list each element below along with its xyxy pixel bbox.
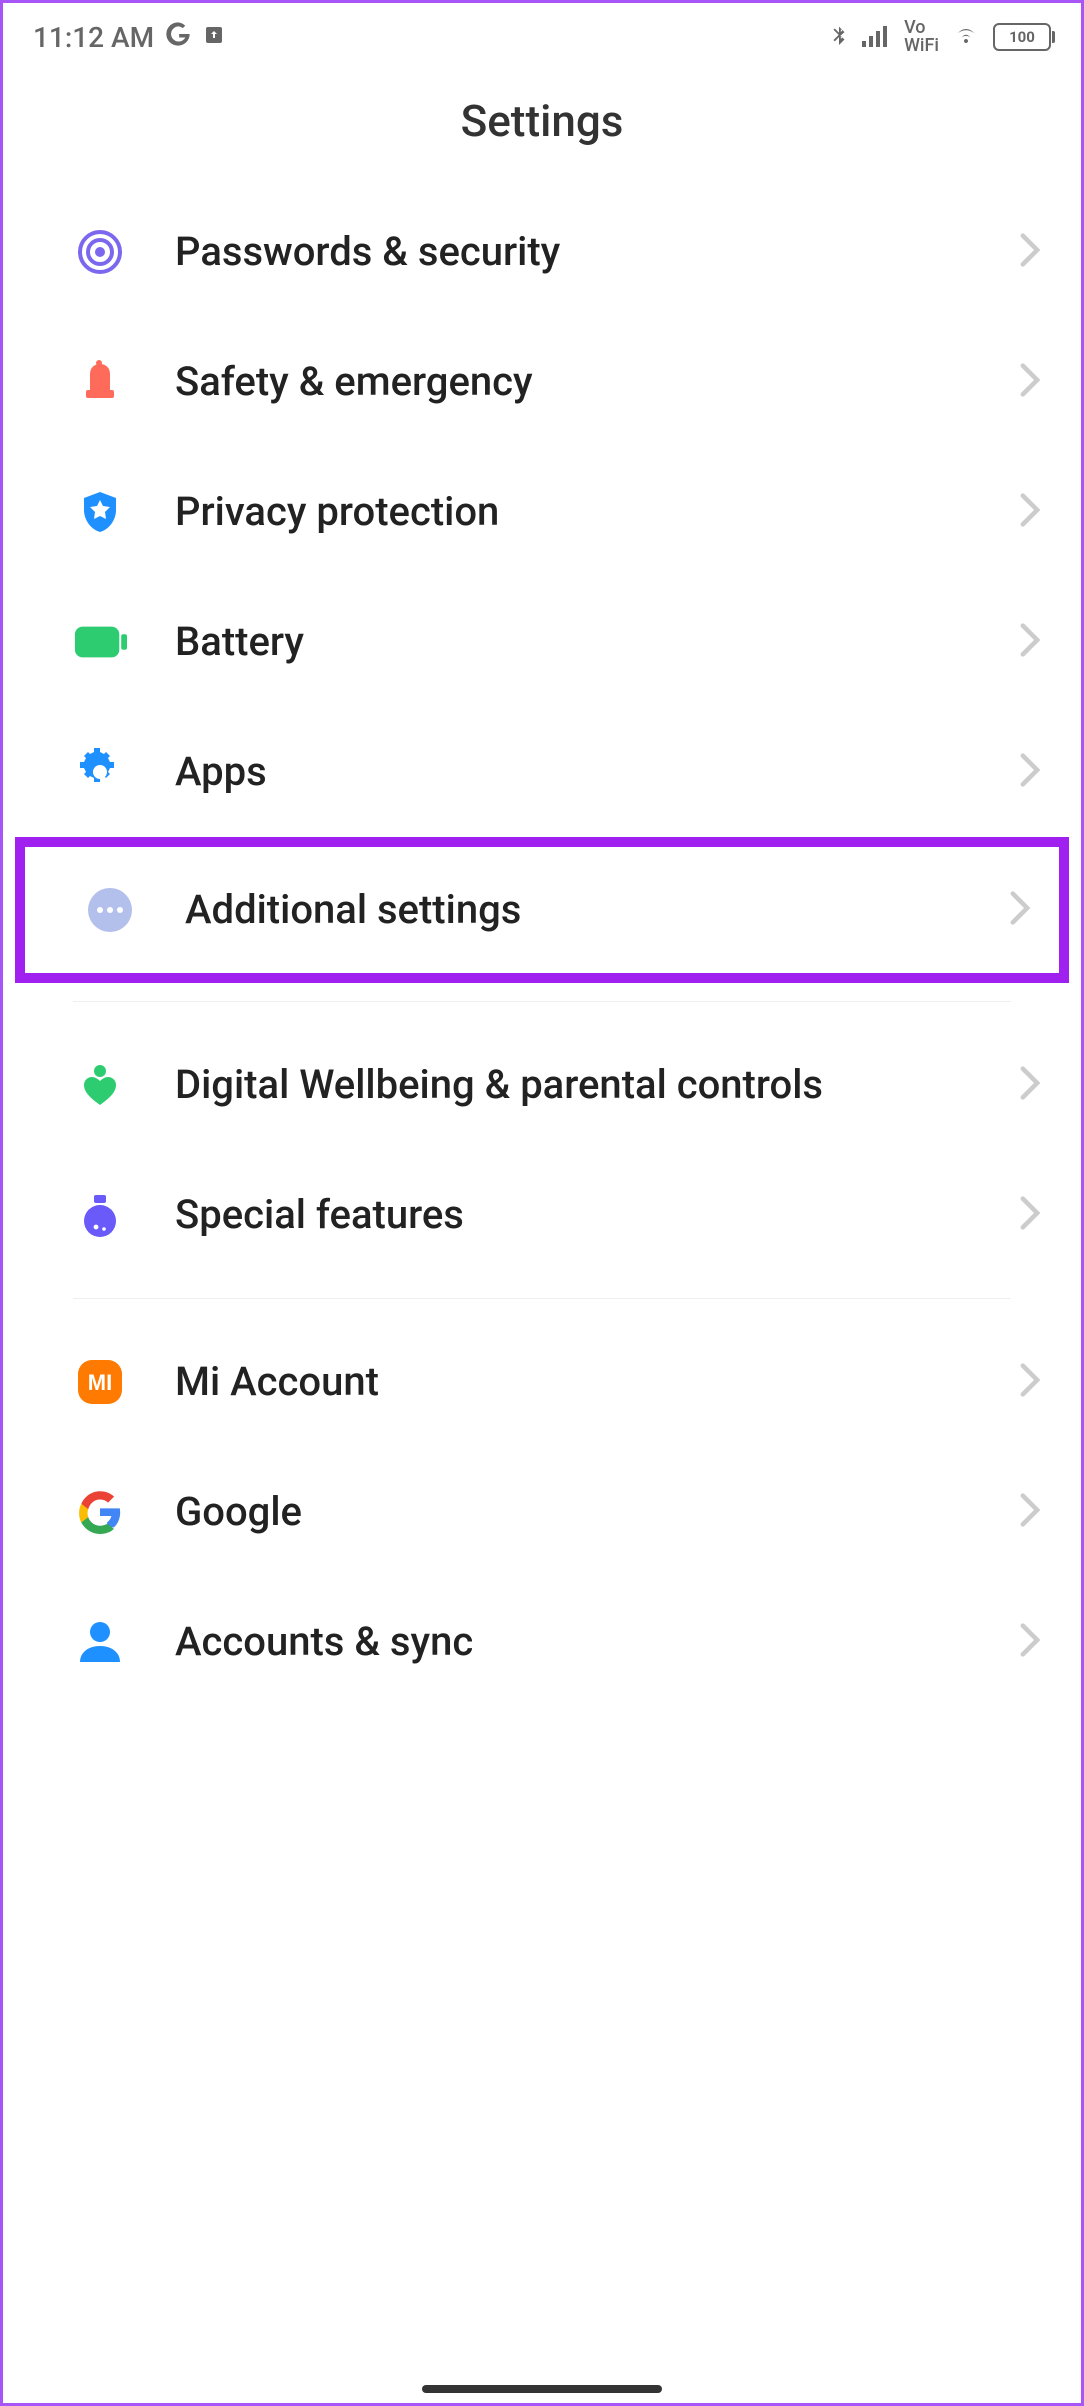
chevron-right-icon bbox=[1019, 1362, 1041, 1402]
vowifi-icon: VoWiFi bbox=[904, 19, 939, 55]
chevron-right-icon bbox=[1009, 890, 1031, 930]
status-right: VoWiFi 100 bbox=[828, 19, 1051, 55]
status-left: 11:12 AM bbox=[33, 20, 226, 55]
dots-icon bbox=[83, 883, 137, 937]
google-icon bbox=[73, 1485, 127, 1539]
flask-icon bbox=[73, 1188, 127, 1242]
status-time: 11:12 AM bbox=[33, 21, 154, 54]
setting-label: Special features bbox=[175, 1189, 971, 1241]
chevron-right-icon bbox=[1019, 1065, 1041, 1105]
chevron-right-icon bbox=[1019, 492, 1041, 532]
chevron-right-icon bbox=[1019, 752, 1041, 792]
home-indicator[interactable] bbox=[422, 2385, 662, 2393]
heart-person-icon bbox=[73, 1058, 127, 1112]
setting-label: Accounts & sync bbox=[175, 1616, 971, 1668]
divider bbox=[73, 1001, 1011, 1002]
mi-icon: MI bbox=[73, 1355, 127, 1409]
setting-label: Passwords & security bbox=[175, 226, 971, 278]
page-title: Settings bbox=[3, 67, 1081, 187]
phone-screen: 11:12 AM VoWiFi 100 Settings bbox=[0, 0, 1084, 2406]
gear-icon bbox=[73, 745, 127, 799]
setting-label: Battery bbox=[175, 616, 971, 668]
setting-label: Digital Wellbeing & parental controls bbox=[175, 1059, 971, 1111]
setting-item-digital-wellbeing[interactable]: Digital Wellbeing & parental controls bbox=[3, 1020, 1081, 1150]
setting-item-safety-emergency[interactable]: Safety & emergency bbox=[3, 317, 1081, 447]
person-icon bbox=[73, 1615, 127, 1669]
setting-item-additional-settings[interactable]: Additional settings bbox=[3, 837, 1081, 983]
setting-item-passwords-security[interactable]: Passwords & security bbox=[3, 187, 1081, 317]
setting-label: Google bbox=[175, 1486, 971, 1538]
chevron-right-icon bbox=[1019, 1622, 1041, 1662]
setting-label: Mi Account bbox=[175, 1356, 971, 1408]
battery-icon bbox=[73, 615, 127, 669]
battery-icon: 100 bbox=[993, 23, 1051, 51]
setting-label: Apps bbox=[175, 746, 971, 798]
status-bar: 11:12 AM VoWiFi 100 bbox=[3, 3, 1081, 67]
setting-item-apps[interactable]: Apps bbox=[3, 707, 1081, 837]
setting-label: Additional settings bbox=[185, 884, 961, 936]
divider bbox=[73, 1298, 1011, 1299]
shield-icon bbox=[73, 485, 127, 539]
siren-icon bbox=[73, 355, 127, 409]
chevron-right-icon bbox=[1019, 1492, 1041, 1532]
setting-label: Privacy protection bbox=[175, 486, 971, 538]
svg-text:MI: MI bbox=[88, 1370, 112, 1395]
setting-item-battery[interactable]: Battery bbox=[3, 577, 1081, 707]
setting-item-privacy-protection[interactable]: Privacy protection bbox=[3, 447, 1081, 577]
signal-icon bbox=[862, 21, 892, 54]
upload-icon bbox=[202, 21, 226, 54]
chevron-right-icon bbox=[1019, 622, 1041, 662]
bluetooth-icon bbox=[828, 20, 850, 55]
chevron-right-icon bbox=[1019, 232, 1041, 272]
settings-list: Passwords & security Safety & emergency … bbox=[3, 187, 1081, 1707]
fingerprint-icon bbox=[73, 225, 127, 279]
setting-label: Safety & emergency bbox=[175, 356, 971, 408]
highlight-box: Additional settings bbox=[15, 837, 1069, 983]
setting-item-google[interactable]: Google bbox=[3, 1447, 1081, 1577]
setting-item-mi-account[interactable]: MI Mi Account bbox=[3, 1317, 1081, 1447]
wifi-icon bbox=[951, 21, 981, 54]
google-icon bbox=[164, 20, 192, 55]
setting-item-accounts-sync[interactable]: Accounts & sync bbox=[3, 1577, 1081, 1707]
setting-item-special-features[interactable]: Special features bbox=[3, 1150, 1081, 1280]
chevron-right-icon bbox=[1019, 362, 1041, 402]
chevron-right-icon bbox=[1019, 1195, 1041, 1235]
